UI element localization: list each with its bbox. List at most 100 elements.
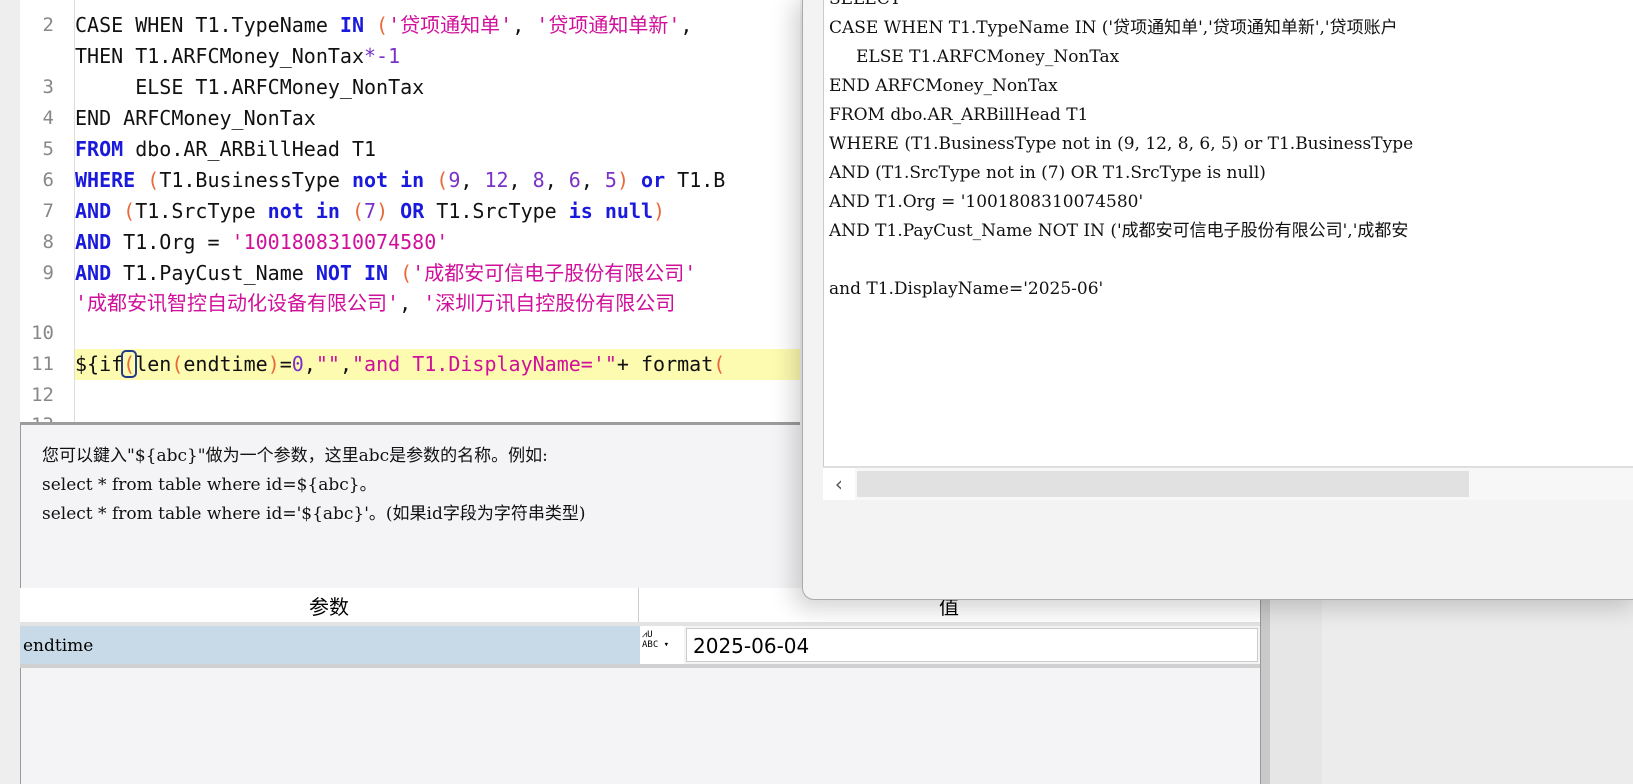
code-token: 7: [364, 199, 377, 223]
code-line[interactable]: 2 CASE WHEN T1.TypeName IN ('贷项通知单', '贷项通…: [20, 10, 800, 41]
code-token: (: [111, 199, 136, 223]
code-token: '贷项通知单新': [536, 13, 681, 37]
code-line[interactable]: THEN T1.ARFCMoney_NonTax*-1: [20, 41, 800, 72]
help-line: select * from table where id='${abc}'。(如…: [42, 504, 586, 524]
preview-line: CASE WHEN T1.TypeName IN ('贷项通知单','贷项通知单…: [829, 18, 1398, 38]
code-line[interactable]: 13: [20, 410, 800, 422]
scrollbar-thumb[interactable]: [857, 471, 1469, 497]
code-token: '深圳万讯自控股份有限公司: [423, 291, 676, 315]
code-text: '成都安讯智控自动化设备有限公司', '深圳万讯自控股份有限公司: [75, 288, 675, 319]
code-token: (: [171, 352, 184, 376]
code-token: *-1: [363, 44, 401, 68]
code-token: THEN T1.ARFCMoney_NonTax: [75, 44, 364, 68]
code-text: AND T1.PayCust_Name NOT IN ('成都安可信电子股份有限…: [75, 258, 696, 289]
code-text: CASE WHEN T1.TypeName IN ('贷项通知单', '贷项通知…: [75, 10, 692, 41]
code-line[interactable]: 4 END ARFCMoney_NonTax: [20, 103, 800, 134]
code-token: WHERE: [75, 168, 136, 192]
background-panel: [1322, 598, 1633, 784]
code-token: ${if: [75, 352, 124, 376]
code-line[interactable]: 10: [20, 318, 800, 349]
code-line[interactable]: 7 AND (T1.SrcType not in (7) OR T1.SrcTyp…: [20, 196, 800, 227]
code-line[interactable]: 9 AND T1.PayCust_Name NOT IN ('成都安可信电子股份有…: [20, 258, 800, 289]
text-type-icon: ⩘U ABC ▾: [642, 630, 670, 650]
table-row[interactable]: endtime ⩘U ABC ▾ 2025-06-04: [20, 626, 1260, 668]
code-token: 5: [604, 168, 617, 192]
code-line[interactable]: 11 ${if(len(endtime)=0,"","and T1.Display…: [20, 349, 800, 380]
scroll-left-icon[interactable]: ‹: [823, 468, 855, 500]
code-text: THEN T1.ARFCMoney_NonTax*-1: [75, 41, 400, 72]
parameter-help-text: 您可以鍵入"${abc}"做为一个参数，这里abc是参数的名称。例如: selec…: [42, 442, 586, 529]
code-token: CASE WHEN T1: [75, 13, 220, 37]
code-token: IN: [339, 13, 365, 37]
code-token: ,: [512, 13, 537, 37]
code-token: T1.BusinessType: [159, 168, 352, 192]
code-token: (: [135, 168, 160, 192]
code-token: 0: [291, 352, 304, 376]
parameter-table: 参数 值 endtime ⩘U ABC ▾ 2025-06-04: [20, 588, 1260, 784]
code-token: is null: [568, 199, 654, 223]
line-number: 5: [42, 138, 54, 160]
code-token: ,: [399, 291, 424, 315]
code-token: NOT IN: [315, 261, 389, 285]
code-token: ,: [508, 168, 533, 192]
code-token: AND: [75, 230, 112, 254]
code-token: dbo.AR_ARBillHead T1: [123, 137, 377, 161]
code-token: ): [616, 168, 630, 192]
code-token: 8: [532, 168, 545, 192]
code-token: ELSE T1.ARFCMoney_NonTax: [75, 75, 425, 99]
code-token: END ARFCMoney_NonTax: [75, 106, 316, 130]
code-text: WHERE (T1.BusinessType not in (9, 12, 8,…: [75, 165, 725, 196]
type-selector[interactable]: ⩘U ABC ▾: [640, 626, 684, 664]
code-token: (: [364, 13, 389, 37]
code-token: (: [121, 350, 138, 378]
code-token: or: [629, 168, 666, 192]
preview-line: WHERE (T1.BusinessType not in (9, 12, 8,…: [829, 134, 1414, 154]
code-token: T1.SrcType: [424, 199, 569, 223]
code-token: + format: [616, 352, 714, 376]
line-number: 9: [42, 262, 54, 284]
horizontal-scrollbar[interactable]: ‹: [823, 467, 1633, 500]
code-token: ,: [339, 352, 353, 376]
code-token: '贷项通知单': [388, 13, 513, 37]
code-token: ,: [580, 168, 605, 192]
code-token: '1001808310074580': [231, 230, 449, 254]
code-token: ,: [303, 352, 316, 376]
preview-line: and T1.DisplayName='2025-06': [829, 279, 1104, 299]
code-token: "and T1.DisplayName='": [352, 352, 617, 376]
code-text: ELSE T1.ARFCMoney_NonTax: [75, 72, 424, 103]
code-token: 12: [484, 168, 509, 192]
param-name-cell[interactable]: endtime: [20, 626, 640, 664]
preview-line: SELECT: [829, 0, 901, 14]
left-border: [0, 0, 21, 784]
sql-preview-text: SELECT CASE WHEN T1.TypeName IN ('贷项通知单',…: [823, 0, 1633, 467]
code-token: .: [219, 13, 232, 37]
preview-line: AND T1.Org = '1001808310074580': [829, 192, 1144, 212]
preview-line: FROM dbo.AR_ARBillHead T1: [829, 105, 1089, 125]
code-text: END ARFCMoney_NonTax: [75, 103, 316, 134]
column-header-name[interactable]: 参数: [20, 588, 639, 622]
code-line[interactable]: 6 WHERE (T1.BusinessType not in (9, 12, 8…: [20, 165, 800, 196]
code-token: 6: [568, 168, 581, 192]
code-token: len: [135, 352, 172, 376]
code-text: FROM dbo.AR_ARBillHead T1: [75, 134, 376, 165]
sql-editor[interactable]: 2 CASE WHEN T1.TypeName IN ('贷项通知单', '贷项通…: [20, 0, 800, 425]
code-line[interactable]: 3 ELSE T1.ARFCMoney_NonTax: [20, 72, 800, 103]
code-token: OR: [388, 199, 425, 223]
code-token: ): [376, 199, 389, 223]
preview-line: AND T1.PayCust_Name NOT IN ('成都安可信电子股份有限…: [829, 221, 1409, 241]
code-token: ): [653, 199, 666, 223]
code-token: (: [424, 168, 449, 192]
code-token: (: [339, 199, 365, 223]
line-number: 10: [31, 322, 54, 344]
code-line[interactable]: 12: [20, 380, 800, 411]
code-token: (: [388, 261, 413, 285]
code-line[interactable]: '成都安讯智控自动化设备有限公司', '深圳万讯自控股份有限公司: [20, 288, 800, 319]
param-value-input[interactable]: 2025-06-04: [686, 628, 1258, 662]
code-line[interactable]: 8 AND T1.Org = '1001808310074580': [20, 227, 800, 258]
code-token: ,: [460, 168, 485, 192]
sql-preview-dialog: SELECT CASE WHEN T1.TypeName IN ('贷项通知单',…: [802, 0, 1633, 600]
code-token: ,: [544, 168, 569, 192]
code-token: endtime: [183, 352, 268, 376]
code-line[interactable]: 5 FROM dbo.AR_ARBillHead T1: [20, 134, 800, 165]
code-token: ,: [680, 13, 693, 37]
